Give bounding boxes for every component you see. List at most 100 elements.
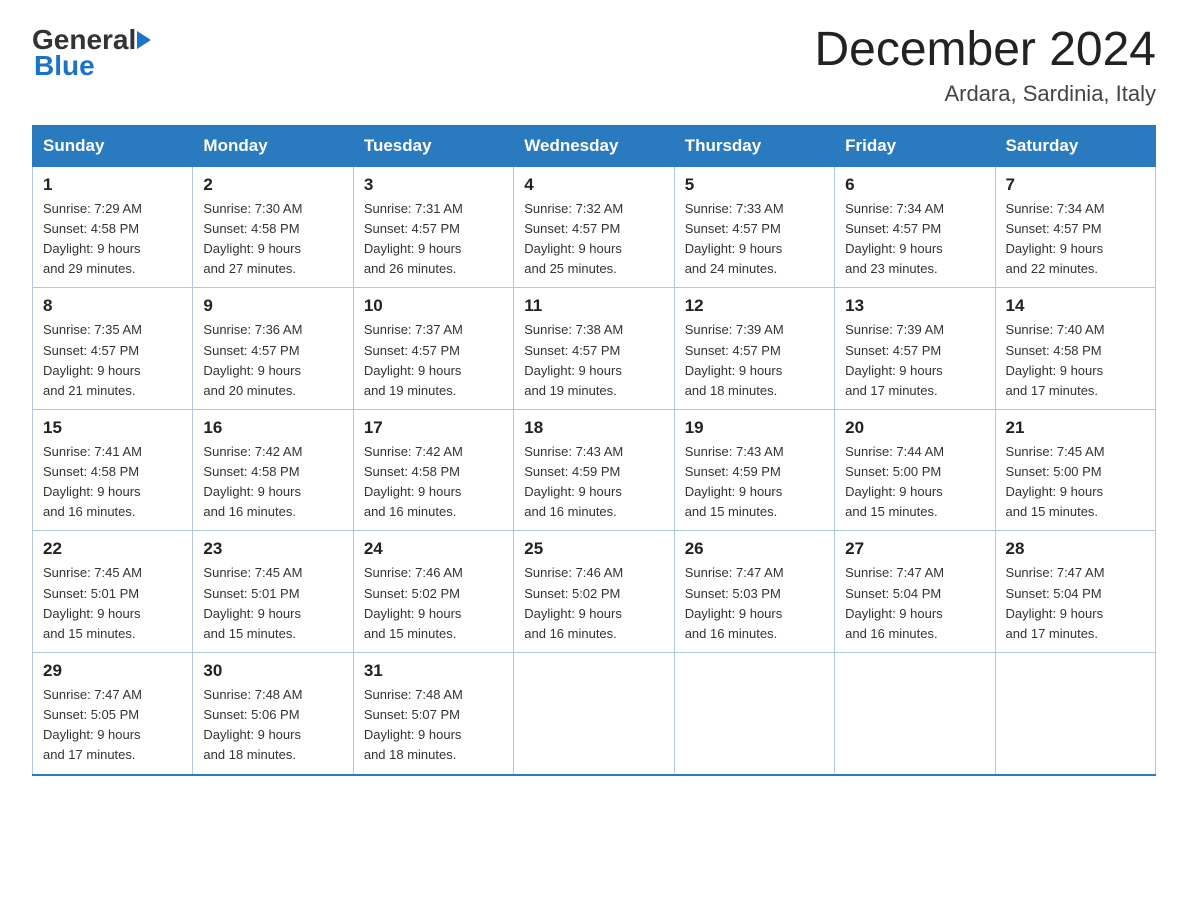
day-info: Sunrise: 7:35 AMSunset: 4:57 PMDaylight:… <box>43 322 142 397</box>
day-info: Sunrise: 7:34 AMSunset: 4:57 PMDaylight:… <box>1006 201 1105 276</box>
calendar-cell: 24 Sunrise: 7:46 AMSunset: 5:02 PMDaylig… <box>353 531 513 653</box>
day-info: Sunrise: 7:30 AMSunset: 4:58 PMDaylight:… <box>203 201 302 276</box>
calendar-cell: 14 Sunrise: 7:40 AMSunset: 4:58 PMDaylig… <box>995 288 1155 410</box>
logo-triangle-icon <box>137 31 151 49</box>
page-header: General Blue December 2024 Ardara, Sardi… <box>32 24 1156 107</box>
day-number: 5 <box>685 175 824 195</box>
day-number: 2 <box>203 175 342 195</box>
calendar-cell: 30 Sunrise: 7:48 AMSunset: 5:06 PMDaylig… <box>193 653 353 775</box>
day-info: Sunrise: 7:39 AMSunset: 4:57 PMDaylight:… <box>685 322 784 397</box>
week-row-5: 29 Sunrise: 7:47 AMSunset: 5:05 PMDaylig… <box>33 653 1156 775</box>
day-info: Sunrise: 7:40 AMSunset: 4:58 PMDaylight:… <box>1006 322 1105 397</box>
header-cell-wednesday: Wednesday <box>514 125 674 166</box>
day-info: Sunrise: 7:45 AMSunset: 5:00 PMDaylight:… <box>1006 444 1105 519</box>
week-row-3: 15 Sunrise: 7:41 AMSunset: 4:58 PMDaylig… <box>33 409 1156 531</box>
day-number: 26 <box>685 539 824 559</box>
day-info: Sunrise: 7:47 AMSunset: 5:04 PMDaylight:… <box>845 565 944 640</box>
calendar-table: SundayMondayTuesdayWednesdayThursdayFrid… <box>32 125 1156 776</box>
day-info: Sunrise: 7:41 AMSunset: 4:58 PMDaylight:… <box>43 444 142 519</box>
day-number: 10 <box>364 296 503 316</box>
calendar-cell <box>835 653 995 775</box>
calendar-cell: 13 Sunrise: 7:39 AMSunset: 4:57 PMDaylig… <box>835 288 995 410</box>
day-number: 22 <box>43 539 182 559</box>
day-number: 20 <box>845 418 984 438</box>
header-cell-friday: Friday <box>835 125 995 166</box>
calendar-cell: 3 Sunrise: 7:31 AMSunset: 4:57 PMDayligh… <box>353 166 513 288</box>
page-title: December 2024 <box>814 24 1156 77</box>
day-number: 27 <box>845 539 984 559</box>
day-info: Sunrise: 7:37 AMSunset: 4:57 PMDaylight:… <box>364 322 463 397</box>
logo-blue-text: Blue <box>32 50 152 82</box>
day-number: 25 <box>524 539 663 559</box>
day-info: Sunrise: 7:46 AMSunset: 5:02 PMDaylight:… <box>364 565 463 640</box>
calendar-cell <box>674 653 834 775</box>
calendar-cell: 21 Sunrise: 7:45 AMSunset: 5:00 PMDaylig… <box>995 409 1155 531</box>
calendar-body: 1 Sunrise: 7:29 AMSunset: 4:58 PMDayligh… <box>33 166 1156 774</box>
day-number: 14 <box>1006 296 1145 316</box>
day-info: Sunrise: 7:32 AMSunset: 4:57 PMDaylight:… <box>524 201 623 276</box>
day-number: 6 <box>845 175 984 195</box>
day-number: 30 <box>203 661 342 681</box>
day-info: Sunrise: 7:31 AMSunset: 4:57 PMDaylight:… <box>364 201 463 276</box>
day-info: Sunrise: 7:29 AMSunset: 4:58 PMDaylight:… <box>43 201 142 276</box>
header-cell-tuesday: Tuesday <box>353 125 513 166</box>
calendar-cell: 11 Sunrise: 7:38 AMSunset: 4:57 PMDaylig… <box>514 288 674 410</box>
day-info: Sunrise: 7:47 AMSunset: 5:05 PMDaylight:… <box>43 687 142 762</box>
header-cell-saturday: Saturday <box>995 125 1155 166</box>
calendar-cell: 19 Sunrise: 7:43 AMSunset: 4:59 PMDaylig… <box>674 409 834 531</box>
day-info: Sunrise: 7:48 AMSunset: 5:07 PMDaylight:… <box>364 687 463 762</box>
logo: General Blue <box>32 24 152 82</box>
day-info: Sunrise: 7:46 AMSunset: 5:02 PMDaylight:… <box>524 565 623 640</box>
day-number: 12 <box>685 296 824 316</box>
calendar-cell <box>995 653 1155 775</box>
calendar-cell: 27 Sunrise: 7:47 AMSunset: 5:04 PMDaylig… <box>835 531 995 653</box>
calendar-cell <box>514 653 674 775</box>
calendar-header: SundayMondayTuesdayWednesdayThursdayFrid… <box>33 125 1156 166</box>
calendar-cell: 26 Sunrise: 7:47 AMSunset: 5:03 PMDaylig… <box>674 531 834 653</box>
day-number: 13 <box>845 296 984 316</box>
calendar-cell: 25 Sunrise: 7:46 AMSunset: 5:02 PMDaylig… <box>514 531 674 653</box>
calendar-cell: 10 Sunrise: 7:37 AMSunset: 4:57 PMDaylig… <box>353 288 513 410</box>
day-number: 19 <box>685 418 824 438</box>
calendar-cell: 20 Sunrise: 7:44 AMSunset: 5:00 PMDaylig… <box>835 409 995 531</box>
day-number: 31 <box>364 661 503 681</box>
day-number: 11 <box>524 296 663 316</box>
day-number: 21 <box>1006 418 1145 438</box>
day-info: Sunrise: 7:33 AMSunset: 4:57 PMDaylight:… <box>685 201 784 276</box>
day-number: 17 <box>364 418 503 438</box>
header-cell-thursday: Thursday <box>674 125 834 166</box>
calendar-cell: 16 Sunrise: 7:42 AMSunset: 4:58 PMDaylig… <box>193 409 353 531</box>
calendar-cell: 8 Sunrise: 7:35 AMSunset: 4:57 PMDayligh… <box>33 288 193 410</box>
day-number: 16 <box>203 418 342 438</box>
calendar-cell: 4 Sunrise: 7:32 AMSunset: 4:57 PMDayligh… <box>514 166 674 288</box>
day-number: 18 <box>524 418 663 438</box>
day-number: 29 <box>43 661 182 681</box>
day-info: Sunrise: 7:43 AMSunset: 4:59 PMDaylight:… <box>524 444 623 519</box>
calendar-cell: 23 Sunrise: 7:45 AMSunset: 5:01 PMDaylig… <box>193 531 353 653</box>
day-number: 8 <box>43 296 182 316</box>
title-section: December 2024 Ardara, Sardinia, Italy <box>814 24 1156 107</box>
calendar-cell: 28 Sunrise: 7:47 AMSunset: 5:04 PMDaylig… <box>995 531 1155 653</box>
calendar-cell: 2 Sunrise: 7:30 AMSunset: 4:58 PMDayligh… <box>193 166 353 288</box>
header-row: SundayMondayTuesdayWednesdayThursdayFrid… <box>33 125 1156 166</box>
day-number: 23 <box>203 539 342 559</box>
day-info: Sunrise: 7:45 AMSunset: 5:01 PMDaylight:… <box>43 565 142 640</box>
page-subtitle: Ardara, Sardinia, Italy <box>814 81 1156 107</box>
day-info: Sunrise: 7:42 AMSunset: 4:58 PMDaylight:… <box>203 444 302 519</box>
day-info: Sunrise: 7:38 AMSunset: 4:57 PMDaylight:… <box>524 322 623 397</box>
day-info: Sunrise: 7:45 AMSunset: 5:01 PMDaylight:… <box>203 565 302 640</box>
day-info: Sunrise: 7:44 AMSunset: 5:00 PMDaylight:… <box>845 444 944 519</box>
day-number: 15 <box>43 418 182 438</box>
day-info: Sunrise: 7:47 AMSunset: 5:03 PMDaylight:… <box>685 565 784 640</box>
day-number: 4 <box>524 175 663 195</box>
day-info: Sunrise: 7:34 AMSunset: 4:57 PMDaylight:… <box>845 201 944 276</box>
week-row-2: 8 Sunrise: 7:35 AMSunset: 4:57 PMDayligh… <box>33 288 1156 410</box>
calendar-cell: 29 Sunrise: 7:47 AMSunset: 5:05 PMDaylig… <box>33 653 193 775</box>
calendar-cell: 5 Sunrise: 7:33 AMSunset: 4:57 PMDayligh… <box>674 166 834 288</box>
day-info: Sunrise: 7:39 AMSunset: 4:57 PMDaylight:… <box>845 322 944 397</box>
header-cell-monday: Monday <box>193 125 353 166</box>
calendar-cell: 22 Sunrise: 7:45 AMSunset: 5:01 PMDaylig… <box>33 531 193 653</box>
calendar-cell: 1 Sunrise: 7:29 AMSunset: 4:58 PMDayligh… <box>33 166 193 288</box>
calendar-cell: 7 Sunrise: 7:34 AMSunset: 4:57 PMDayligh… <box>995 166 1155 288</box>
week-row-1: 1 Sunrise: 7:29 AMSunset: 4:58 PMDayligh… <box>33 166 1156 288</box>
